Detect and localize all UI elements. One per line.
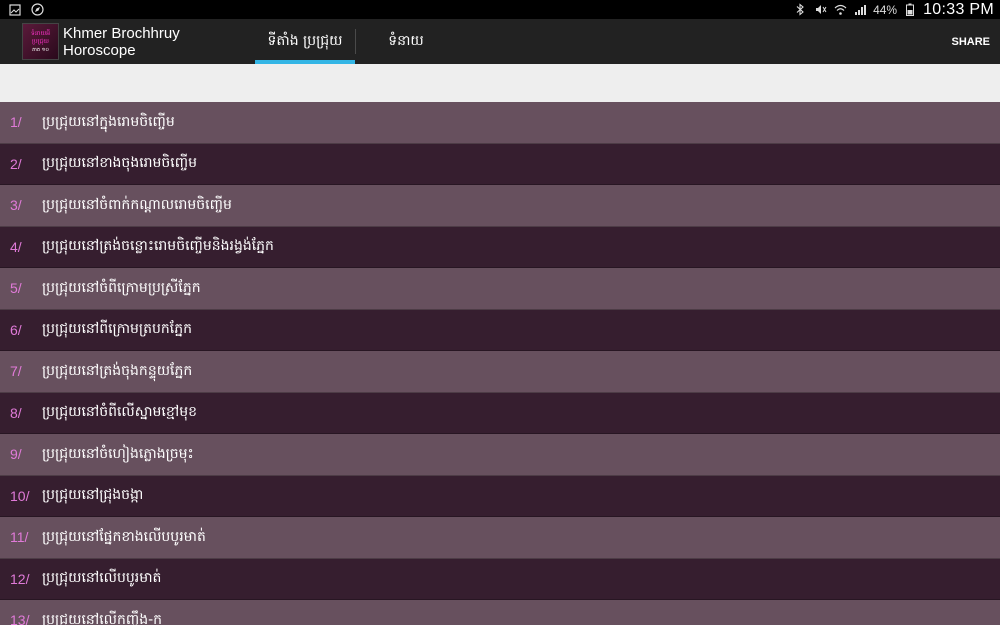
signal-icon xyxy=(853,3,867,17)
battery-percent: 44% xyxy=(873,2,898,17)
list-item[interactable]: 4/ ប្រជ្រុយនៅត្រង់ចន្លោះរោមចិញ្ចើមនិងរង្… xyxy=(0,226,1000,268)
item-text: ប្រជ្រុយនៅត្រង់ចន្លោះរោមចិញ្ចើមនិងរង្វង់… xyxy=(42,238,274,255)
item-number: 6/ xyxy=(10,321,22,338)
app-title: Khmer Brochhruy Horoscope xyxy=(63,24,180,59)
item-number: 8/ xyxy=(10,404,22,421)
list-item[interactable]: 11/ ប្រជ្រុយនៅផ្នែកខាងលើបបូរមាត់ xyxy=(0,517,1000,559)
gallery-icon xyxy=(8,3,22,17)
item-text: ប្រជ្រុយនៅជ្រុងចង្កា xyxy=(42,487,144,504)
list-item[interactable]: 10/ ប្រជ្រុយនៅជ្រុងចង្កា xyxy=(0,475,1000,517)
battery-icon xyxy=(903,3,917,17)
mute-icon xyxy=(813,3,827,17)
list-item[interactable]: 6/ ប្រជ្រុយនៅពីក្រោមត្របកភ្នែក xyxy=(0,309,1000,351)
item-number: 10/ xyxy=(10,487,30,504)
item-number: 9/ xyxy=(10,446,22,463)
bluetooth-icon xyxy=(793,3,807,17)
clock: 10:33 PM xyxy=(923,0,994,18)
status-bar: 44% 10:33 PM xyxy=(0,0,1000,19)
list-item[interactable]: 3/ ប្រជ្រុយនៅចំពាក់កណ្ដាលរោមចិញ្ចើម xyxy=(0,185,1000,227)
item-text: ប្រជ្រុយនៅចំពាក់កណ្ដាលរោមចិញ្ចើម xyxy=(42,196,232,213)
item-number: 5/ xyxy=(10,280,22,297)
item-text: ប្រជ្រុយនៅចំពីក្រោមប្រស្រីភ្នែក xyxy=(42,279,201,296)
mole-location-list: 1/ ប្រជ្រុយនៅក្នុងរោមចិញ្ចើម 2/ ប្រជ្រុយ… xyxy=(0,102,1000,625)
list-item[interactable]: 12/ ប្រជ្រុយនៅលើបបូរមាត់ xyxy=(0,558,1000,600)
list-item[interactable]: 1/ ប្រជ្រុយនៅក្នុងរោមចិញ្ចើម xyxy=(0,102,1000,144)
item-text: ប្រជ្រុយនៅត្រង់ចុងកន្ទុយភ្នែក xyxy=(42,362,193,379)
item-text: ប្រជ្រុយនៅលើបបូរមាត់ xyxy=(42,570,162,587)
item-text: ប្រជ្រុយនៅក្នុងរោមចិញ្ចើម xyxy=(42,113,175,130)
item-number: 12/ xyxy=(10,570,30,587)
item-text: ប្រជ្រុយនៅលើកញ្ចឹង-ក xyxy=(42,611,163,625)
logo-text-line: ប្រជ្រុយ xyxy=(32,37,49,45)
item-number: 4/ xyxy=(10,238,22,255)
item-number: 13/ xyxy=(10,612,30,625)
item-text: ប្រជ្រុយនៅចំពីលើស្នាមខ្មៅមុខ xyxy=(42,404,197,421)
action-bar: ទំនាយអី ប្រជ្រុយ ភាគ ១០ Khmer Brochhruy … xyxy=(0,19,1000,64)
compass-icon xyxy=(30,3,44,17)
list-item[interactable]: 2/ ប្រជ្រុយនៅខាងចុងរោមចិញ្ចើម xyxy=(0,143,1000,185)
item-number: 3/ xyxy=(10,197,22,214)
logo-text-line: ទំនាយអី xyxy=(30,29,51,37)
wifi-icon xyxy=(833,3,847,17)
share-button[interactable]: SHARE xyxy=(941,19,1000,64)
item-text: ប្រជ្រុយនៅផ្នែកខាងលើបបូរមាត់ xyxy=(42,528,206,545)
item-number: 11/ xyxy=(10,529,29,546)
item-number: 7/ xyxy=(10,363,22,380)
list-item[interactable]: 9/ ប្រជ្រុយនៅចំហៀងភ្លោងច្រមុះ xyxy=(0,434,1000,476)
tab-prediction[interactable]: ទំនាយ xyxy=(356,19,456,64)
content-spacer xyxy=(0,64,1000,102)
logo-text-line: ភាគ ១០ xyxy=(32,46,49,53)
tab-label: ទីតាំង ប្រជ្រុយ xyxy=(267,33,343,49)
app-logo: ទំនាយអី ប្រជ្រុយ ភាគ ១០ xyxy=(22,23,59,60)
item-number: 1/ xyxy=(10,114,22,131)
item-number: 2/ xyxy=(10,155,22,172)
tab-mole-location[interactable]: ទីតាំង ប្រជ្រុយ xyxy=(255,19,355,64)
item-text: ប្រជ្រុយនៅខាងចុងរោមចិញ្ចើម xyxy=(42,155,197,172)
list-item[interactable]: 13/ ប្រជ្រុយនៅលើកញ្ចឹង-ក xyxy=(0,600,1000,625)
item-text: ប្រជ្រុយនៅពីក្រោមត្របកភ្នែក xyxy=(42,321,192,338)
list-item[interactable]: 7/ ប្រជ្រុយនៅត្រង់ចុងកន្ទុយភ្នែក xyxy=(0,351,1000,393)
item-text: ប្រជ្រុយនៅចំហៀងភ្លោងច្រមុះ xyxy=(42,445,194,462)
tab-label: ទំនាយ xyxy=(388,33,424,49)
list-item[interactable]: 8/ ប្រជ្រុយនៅចំពីលើស្នាមខ្មៅមុខ xyxy=(0,392,1000,434)
list-item[interactable]: 5/ ប្រជ្រុយនៅចំពីក្រោមប្រស្រីភ្នែក xyxy=(0,268,1000,310)
